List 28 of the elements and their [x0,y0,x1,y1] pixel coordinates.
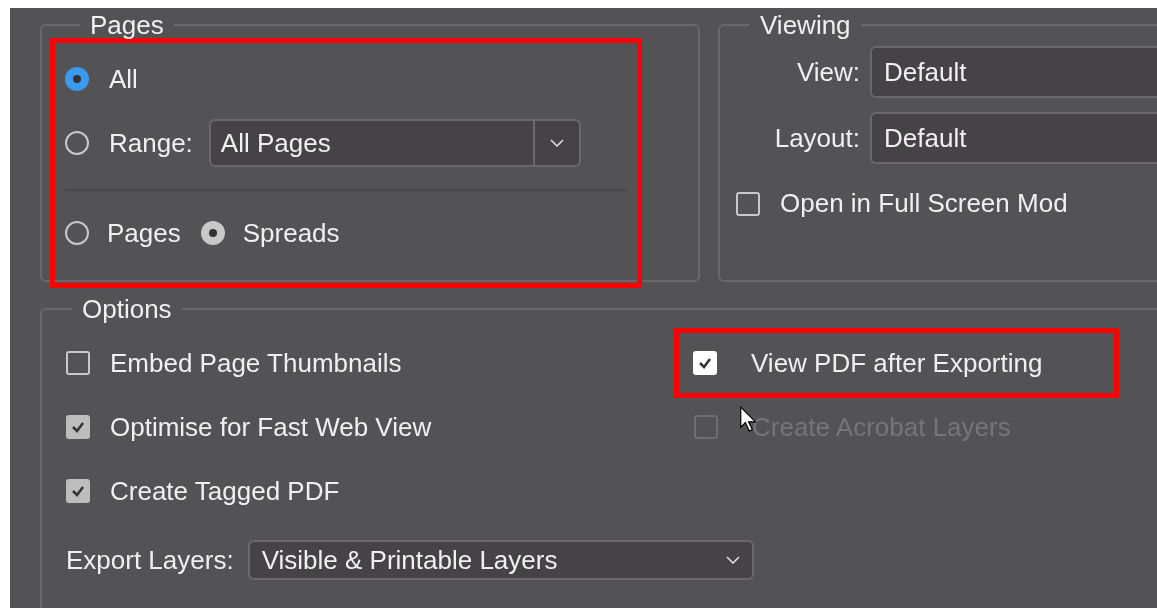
dropdown-field[interactable]: Default [870,46,1157,98]
radio-button[interactable] [65,67,89,91]
chevron-down-icon [549,139,564,147]
checkbox[interactable] [693,351,717,375]
checkbox-label[interactable]: Embed Page Thumbnails [110,343,402,383]
field-label: Layout: [773,121,860,155]
dropdown-field[interactable]: Default [870,112,1157,164]
checkbox-label[interactable]: View PDF after Exporting [751,343,1043,383]
checkbox[interactable] [66,415,90,439]
chevron-down-icon [725,556,740,564]
field-label: Export Layers: [66,543,234,577]
group-title: Viewing [759,12,852,38]
range-dropdown[interactable]: All Pages [208,119,581,167]
radio-label[interactable]: All [109,59,138,99]
checkbox-label[interactable]: Optimise for Fast Web View [110,407,432,447]
checkbox-label[interactable]: Open in Full Screen Mod [780,184,1068,223]
field-label: View: [795,55,860,89]
radio-label[interactable]: Pages [107,213,181,253]
checkbox[interactable] [736,191,760,216]
radio-label[interactable]: Range: [109,123,193,163]
radio-button[interactable] [65,131,89,155]
group-title: Options [81,296,173,322]
radio-button[interactable] [65,221,89,245]
checkbox[interactable] [66,351,90,375]
export-layers-dropdown[interactable]: Visible & Printable Layers [247,540,754,580]
checkbox[interactable] [66,479,90,503]
group-title: Pages [89,12,165,38]
checkbox-label[interactable]: Create Tagged PDF [110,471,340,511]
